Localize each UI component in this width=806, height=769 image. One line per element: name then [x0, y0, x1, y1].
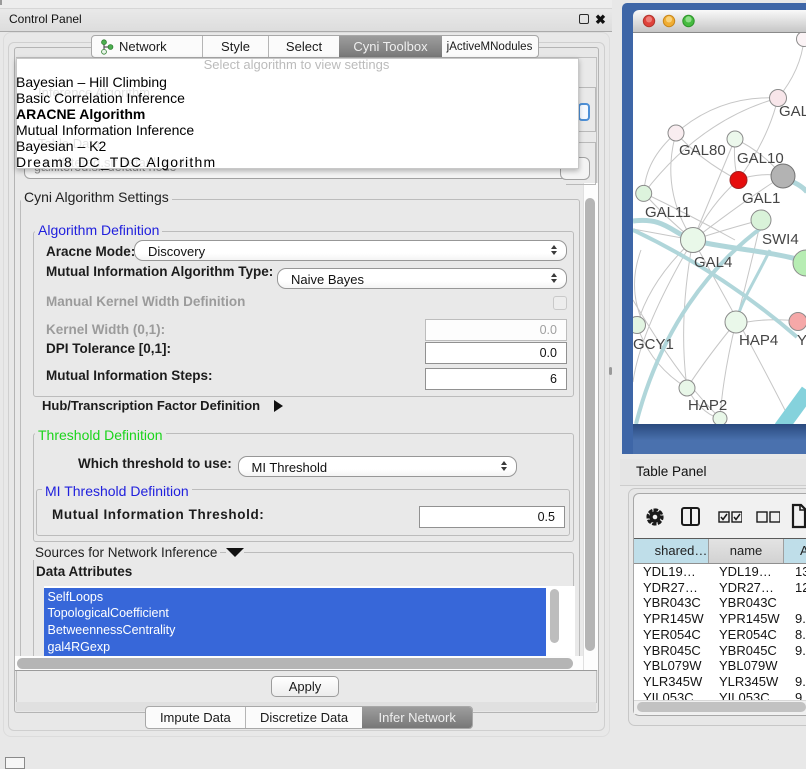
- svg-text:GCY1: GCY1: [633, 336, 674, 353]
- svg-text:GAL11: GAL11: [645, 204, 691, 221]
- svg-text:GAL80: GAL80: [679, 142, 726, 159]
- svg-text:GAL4: GAL4: [694, 254, 732, 271]
- svg-text:GAL10: GAL10: [737, 150, 784, 167]
- svg-text:HAP2: HAP2: [688, 397, 727, 414]
- svg-text:GAL: GAL: [779, 103, 806, 120]
- svg-text:GAL1: GAL1: [742, 190, 780, 207]
- svg-text:YM: YM: [797, 332, 806, 349]
- svg-text:HAP4: HAP4: [739, 332, 778, 349]
- svg-text:SWI4: SWI4: [762, 231, 799, 248]
